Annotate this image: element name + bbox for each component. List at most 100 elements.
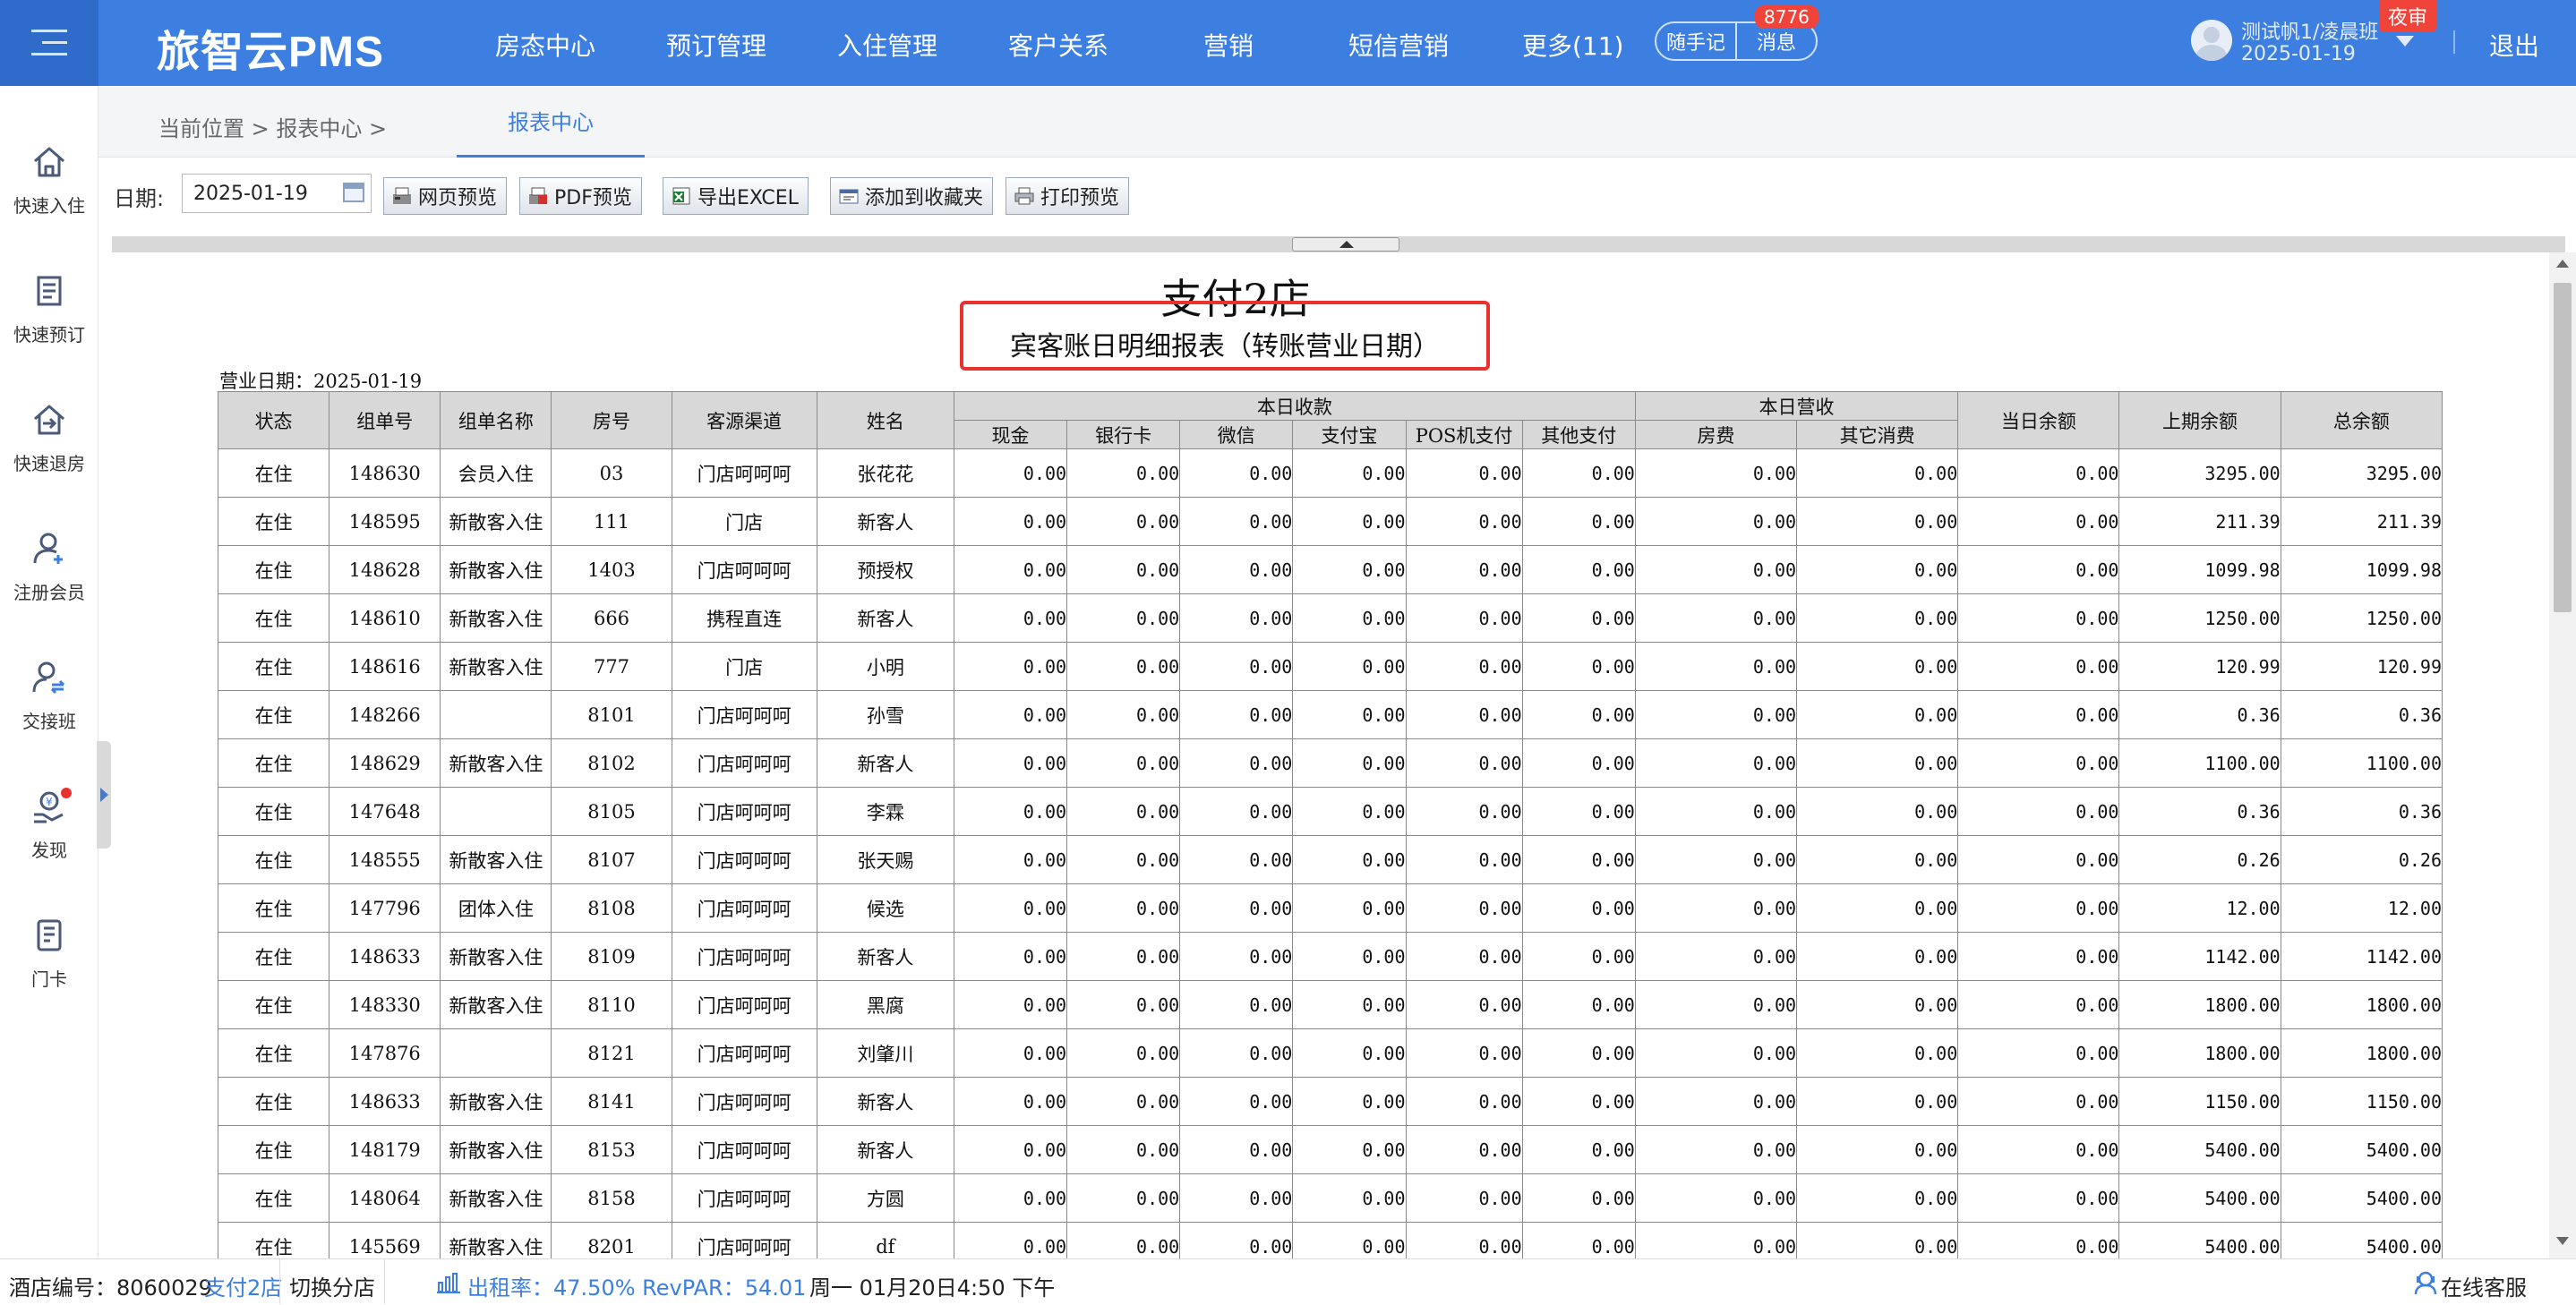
table-cell: 门店呵呵呵 bbox=[671, 690, 817, 739]
sidebar-collapse-handle[interactable] bbox=[97, 741, 111, 849]
card-icon bbox=[37, 919, 62, 951]
column-header: 上期余额 bbox=[2118, 391, 2281, 449]
table-cell: 148629 bbox=[329, 738, 441, 788]
table-cell: 8121 bbox=[551, 1028, 672, 1078]
table-cell: 0.00 bbox=[1796, 1077, 1959, 1126]
sidebar-item-label: 发现 bbox=[31, 840, 67, 861]
table-cell: 门店 bbox=[671, 642, 817, 691]
export-excel-button[interactable]: 导出EXCEL bbox=[663, 177, 809, 215]
table-cell: 李霖 bbox=[816, 787, 954, 836]
sidebar-item-quick-checkin[interactable]: 快速入住 bbox=[0, 131, 98, 238]
table-cell: 0.00 bbox=[1405, 1222, 1523, 1258]
sidebar-item-quick-booking[interactable]: 快速预订 bbox=[0, 260, 98, 367]
table-cell: 1250.00 bbox=[2118, 593, 2281, 643]
table-cell: 0.00 bbox=[1521, 545, 1636, 594]
table-cell: 新客人 bbox=[816, 497, 954, 546]
table-cell: 0.00 bbox=[1796, 1173, 1959, 1223]
table-cell: 孙雪 bbox=[816, 690, 954, 739]
headset-icon[interactable] bbox=[2414, 1270, 2437, 1295]
bar-chart-icon bbox=[437, 1273, 460, 1293]
table-row: 在住 148629 新散客入住 8102 门店呵呵呵 新客人 0.00 0.00 0.00 0.0… bbox=[217, 738, 2443, 788]
pdf-icon bbox=[527, 186, 549, 206]
table-cell: 在住 bbox=[217, 932, 330, 981]
table-cell: 0.00 bbox=[1957, 1222, 2120, 1258]
table-cell: 预授权 bbox=[816, 545, 954, 594]
column-header: 组单号 bbox=[329, 391, 441, 449]
table-cell: 0.00 bbox=[1405, 1028, 1523, 1078]
nav-more[interactable]: 更多(11) bbox=[1522, 27, 1623, 63]
web-preview-button[interactable]: 网页预览 bbox=[383, 177, 508, 215]
nav-sms-marketing[interactable]: 短信营销 bbox=[1348, 27, 1449, 63]
column-header: 支付宝 bbox=[1292, 420, 1407, 449]
table-cell: 0.00 bbox=[953, 545, 1068, 594]
table-cell: 148628 bbox=[329, 545, 441, 594]
logout-button[interactable]: 退出 bbox=[2489, 27, 2539, 63]
pdf-preview-button[interactable]: PDF预览 bbox=[519, 177, 642, 215]
tab-report-center[interactable]: 报表中心 bbox=[457, 86, 645, 158]
report-subtitle: 宾客账日明细报表（转账营业日期） bbox=[1010, 331, 1440, 362]
night-audit-badge[interactable]: 夜审 bbox=[2379, 0, 2437, 32]
table-cell: 5400.00 bbox=[2280, 1125, 2443, 1174]
brand-logo: 旅智云PMS bbox=[157, 29, 385, 76]
table-row: 在住 148330 新散客入住 8110 门店呵呵呵 黑腐 0.00 0.00 0.00 0.00… bbox=[217, 980, 2443, 1029]
table-cell: 0.00 bbox=[1405, 642, 1523, 691]
table-cell: 0.00 bbox=[1796, 932, 1959, 981]
calendar-icon[interactable] bbox=[343, 183, 364, 202]
sidebar-item-shift-handover[interactable]: 交接班 bbox=[0, 646, 98, 754]
table-cell: 1150.00 bbox=[2118, 1077, 2281, 1126]
table-cell: 148633 bbox=[329, 1077, 441, 1126]
switch-store-button[interactable]: 切换分店 bbox=[279, 1259, 385, 1304]
table-cell: 8105 bbox=[551, 787, 672, 836]
nav-customers[interactable]: 客户关系 bbox=[1008, 27, 1108, 63]
scroll-up-icon[interactable] bbox=[2556, 260, 2569, 268]
table-cell: 120.99 bbox=[2280, 642, 2443, 691]
table-cell bbox=[440, 1028, 552, 1078]
online-support-link[interactable]: 在线客服 bbox=[2441, 1270, 2527, 1301]
table-cell: 0.00 bbox=[1066, 738, 1181, 788]
sidebar-item-register-member[interactable]: 注册会员 bbox=[0, 517, 98, 625]
table-cell: 1800.00 bbox=[2280, 980, 2443, 1029]
scroll-down-icon[interactable] bbox=[2556, 1237, 2569, 1245]
nav-marketing[interactable]: 营销 bbox=[1203, 27, 1254, 63]
top-navbar: 旅智云PMS 房态中心 预订管理 入住管理 客户关系 营销 短信营销 更多(11… bbox=[0, 0, 2576, 86]
table-row: 在住 148179 新散客入住 8153 门店呵呵呵 新客人 0.00 0.00 0.00 0.0… bbox=[217, 1125, 2443, 1174]
breadcrumb: 当前位置 > 报表中心 > 报表中心 bbox=[98, 86, 2576, 158]
current-store-link[interactable]: 支付2店 bbox=[204, 1270, 282, 1301]
messages-button[interactable]: 消息 bbox=[1737, 23, 1816, 59]
table-row: 在住 148630 会员入住 03 门店呵呵呵 张花花 0.00 0.00 0.00 0.00 0.… bbox=[217, 448, 2443, 498]
splitter-collapse-handle[interactable] bbox=[1292, 237, 1399, 252]
table-cell: 0.00 bbox=[1521, 1222, 1636, 1258]
table-cell: 门店呵呵呵 bbox=[671, 1077, 817, 1126]
table-row: 在住 145569 新散客入住 8201 门店呵呵呵 df 0.00 0.00 0.00 0.00… bbox=[217, 1222, 2443, 1258]
table-cell: 0.00 bbox=[1957, 545, 2120, 594]
add-to-favorites-button[interactable]: 添加到收藏夹 bbox=[830, 177, 994, 215]
scrollbar-thumb[interactable] bbox=[2554, 283, 2572, 612]
table-cell: 0.00 bbox=[1521, 1125, 1636, 1174]
table-cell: 0.00 bbox=[1796, 593, 1959, 643]
user-name: 测试帆1/凌晨班 bbox=[2241, 21, 2379, 44]
table-cell: 0.00 bbox=[1179, 545, 1294, 594]
nav-checkin[interactable]: 入住管理 bbox=[837, 27, 937, 63]
nav-room-status[interactable]: 房态中心 bbox=[495, 27, 595, 63]
quick-note-button[interactable]: 随手记 bbox=[1656, 23, 1735, 59]
table-cell: 0.00 bbox=[953, 932, 1068, 981]
print-preview-button[interactable]: 打印预览 bbox=[1006, 177, 1130, 215]
column-header: POS机支付 bbox=[1405, 420, 1523, 449]
table-cell: 门店呵呵呵 bbox=[671, 835, 817, 884]
checkout-icon bbox=[34, 405, 64, 435]
table-cell: df bbox=[816, 1222, 954, 1258]
table-cell: 0.00 bbox=[1292, 448, 1407, 498]
table-row: 在住 148633 新散客入住 8141 门店呵呵呵 新客人 0.00 0.00 0.00 0.0… bbox=[217, 1077, 2443, 1126]
menu-toggle-button[interactable] bbox=[0, 0, 98, 86]
table-cell: 0.00 bbox=[1066, 642, 1181, 691]
table-cell: 0.00 bbox=[1066, 690, 1181, 739]
sidebar-item-discover[interactable]: ¥ 发现 bbox=[0, 775, 98, 883]
vertical-scrollbar[interactable] bbox=[2549, 252, 2576, 1258]
table-cell: 门店呵呵呵 bbox=[671, 738, 817, 788]
user-avatar[interactable] bbox=[2191, 20, 2232, 61]
chevron-down-icon[interactable] bbox=[2396, 36, 2414, 47]
sidebar-item-quick-checkout[interactable]: 快速退房 bbox=[0, 388, 98, 496]
report-table: 状态 组单号 组单名称 房号 客源渠道 姓名 本日收款 本日营收 当日余额 上期… bbox=[217, 391, 2443, 1258]
nav-reservations[interactable]: 预订管理 bbox=[666, 27, 766, 63]
sidebar-item-door-card[interactable]: 门卡 bbox=[0, 904, 98, 1011]
